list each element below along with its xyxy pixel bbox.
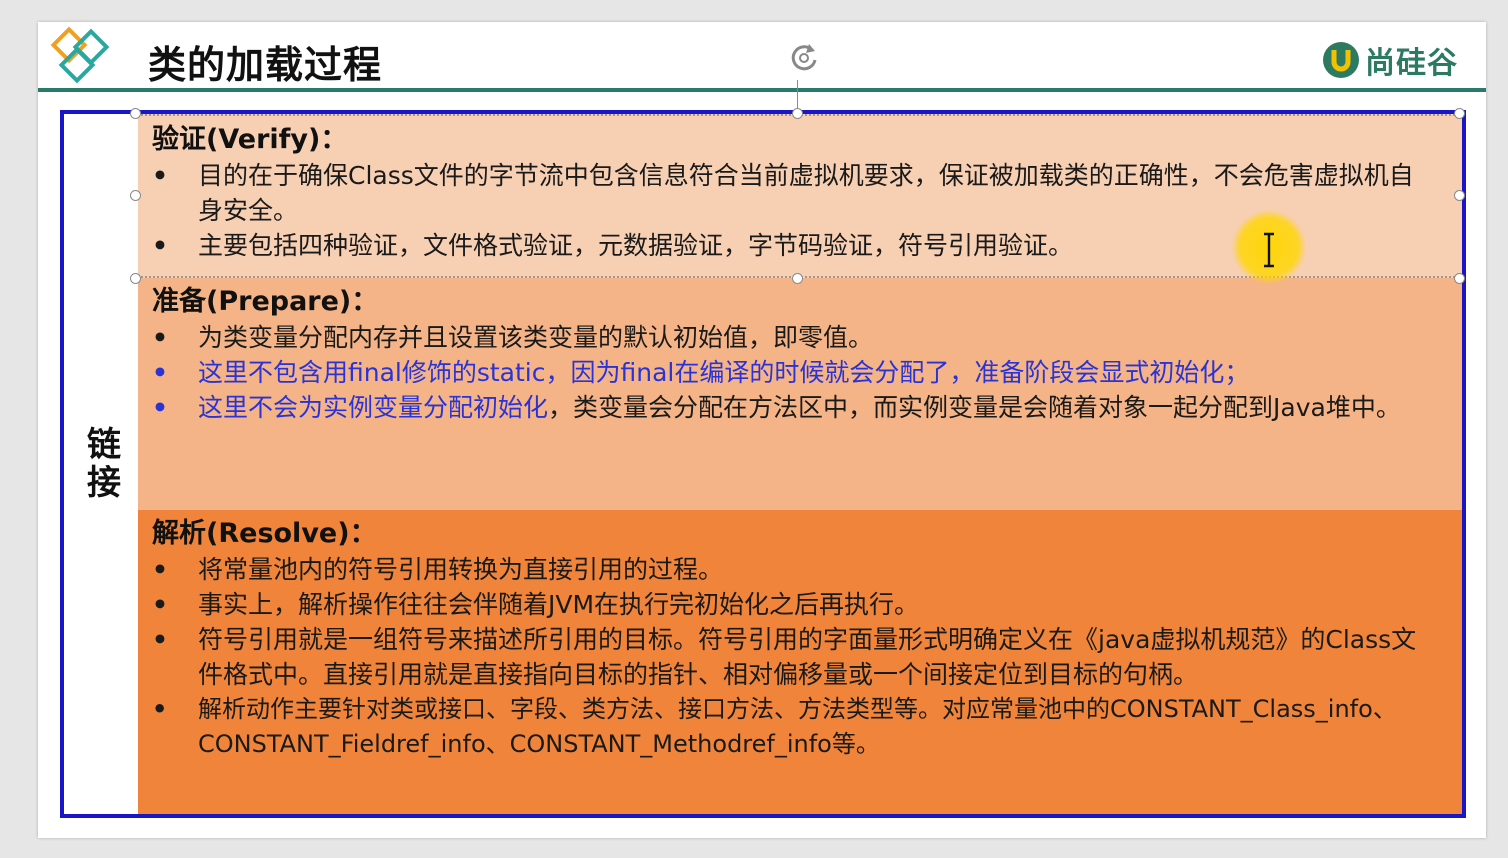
- brand-name: 尚硅谷: [1365, 46, 1458, 81]
- list-item-mixed: • 这里不会为实例变量分配初始化，类变量会分配在方法区中，而实例变量是会随着对象…: [152, 393, 1401, 422]
- resize-handle-middle-left[interactable]: [130, 190, 141, 201]
- header-rule: [38, 88, 1486, 92]
- resize-handle-top-center[interactable]: [792, 108, 803, 119]
- diamond-logo-icon: [50, 26, 110, 84]
- list-item: • 事实上，解析操作往往会伴随着JVM在执行完初始化之后再执行。: [152, 590, 920, 619]
- verify-title: 验证(Verify)：: [152, 124, 348, 155]
- side-label: 链接: [80, 426, 121, 502]
- prepare-title: 准备(Prepare)：: [152, 286, 379, 317]
- resize-handle-bottom-left[interactable]: [130, 273, 141, 284]
- brand-logo: 尚硅谷: [1321, 38, 1458, 82]
- resize-handle-top-left[interactable]: [130, 108, 141, 119]
- resolve-title: 解析(Resolve)：: [152, 518, 377, 549]
- list-item: • 解析动作主要针对类或接口、字段、类方法、接口方法、方法类型等。对应常量池中的…: [152, 695, 1397, 758]
- resize-handle-middle-right[interactable]: [1454, 190, 1465, 201]
- list-item: • 符号引用就是一组符号来描述所引用的目标。符号引用的字面量形式明确定义在《ja…: [152, 625, 1417, 689]
- prepare-section[interactable]: 准备(Prepare)： • 为类变量分配内存并且设置该类变量的默认初始值，即零…: [138, 278, 1462, 510]
- resize-handle-top-right[interactable]: [1454, 108, 1465, 119]
- brand-u-icon: [1323, 42, 1359, 78]
- rotate-connector: [797, 80, 798, 108]
- rotate-handle-icon[interactable]: [782, 36, 826, 80]
- slide-title: 类的加载过程: [148, 43, 383, 87]
- resize-handle-bottom-center[interactable]: [792, 273, 803, 284]
- list-item: • 为类变量分配内存并且设置该类变量的默认初始值，即零值。: [152, 323, 874, 352]
- text-cursor-icon: [1264, 232, 1274, 268]
- resize-handle-bottom-right[interactable]: [1454, 273, 1465, 284]
- slide: 类的加载过程 尚硅谷 链接 验证(Verify)： • 目的在于确保Class文…: [38, 22, 1486, 838]
- resolve-section[interactable]: 解析(Resolve)： • 将常量池内的符号引用转换为直接引用的过程。 • 事…: [138, 510, 1462, 814]
- list-item-highlighted: • 这里不包含用final修饰的static，因为final在编译的时候就会分配…: [152, 358, 1250, 387]
- list-item: • 将常量池内的符号引用转换为直接引用的过程。: [152, 555, 724, 584]
